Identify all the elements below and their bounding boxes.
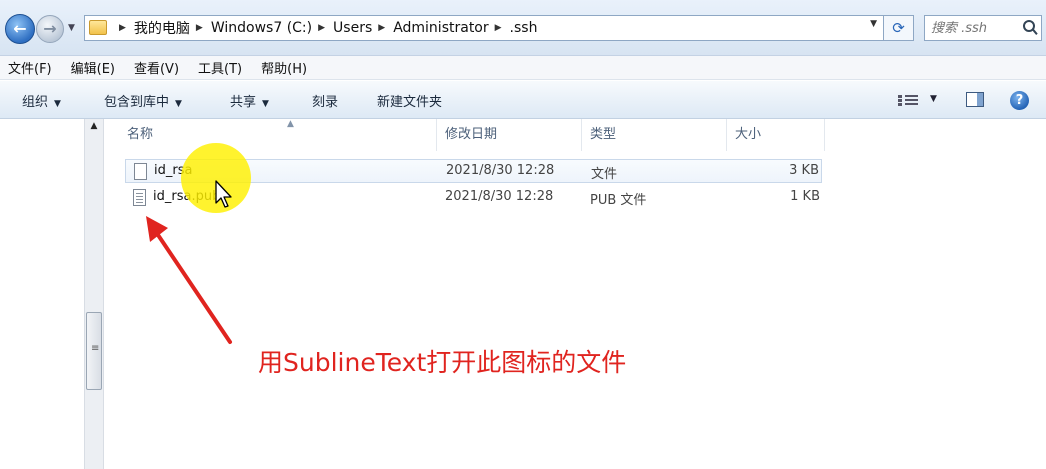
menu-file[interactable]: 文件(F) bbox=[8, 58, 52, 77]
column-date-label: 修改日期 bbox=[445, 127, 498, 142]
annotation-arrow-icon bbox=[146, 216, 232, 344]
search-icon[interactable] bbox=[1023, 20, 1035, 32]
crumb-separator-icon[interactable]: ▶ bbox=[318, 23, 325, 33]
menu-bar: 文件(F) 编辑(E) 查看(V) 工具(T) 帮助(H) bbox=[0, 56, 1046, 80]
organize-label: 组织 bbox=[22, 95, 49, 110]
column-name-label: 名称 bbox=[127, 127, 154, 142]
history-dropdown-icon[interactable]: ▼ bbox=[68, 23, 75, 33]
include-in-library-button[interactable]: 包含到库中 ▼ bbox=[104, 91, 182, 110]
command-bar: 组织 ▼ 包含到库中 ▼ 共享 ▼ 刻录 新建文件夹 ▼ ? bbox=[0, 81, 1046, 119]
file-size: 1 KB bbox=[790, 189, 820, 204]
chevron-down-icon: ▼ bbox=[54, 99, 61, 109]
scroll-up-icon[interactable]: ▲ bbox=[85, 121, 103, 137]
forward-button[interactable]: → bbox=[36, 15, 64, 43]
share-button[interactable]: 共享 ▼ bbox=[230, 91, 269, 110]
menu-edit[interactable]: 编辑(E) bbox=[71, 58, 115, 77]
navigation-pane bbox=[0, 119, 84, 469]
include-in-library-label: 包含到库中 bbox=[104, 95, 170, 110]
refresh-icon: ⟳ bbox=[892, 19, 905, 37]
search-box[interactable] bbox=[924, 15, 1042, 41]
scroll-thumb[interactable]: ≡ bbox=[86, 312, 102, 390]
back-button[interactable]: ← bbox=[5, 14, 35, 44]
crumb-drive-c[interactable]: Windows7 (C:) bbox=[211, 20, 312, 36]
grip-icon: ≡ bbox=[91, 343, 100, 354]
file-icon bbox=[134, 163, 147, 180]
crumb-separator-icon[interactable]: ▶ bbox=[119, 23, 126, 33]
search-input[interactable] bbox=[931, 18, 1015, 38]
organize-button[interactable]: 组织 ▼ bbox=[22, 91, 61, 110]
chevron-down-icon: ▼ bbox=[175, 99, 182, 109]
crumb-ssh[interactable]: .ssh bbox=[510, 20, 538, 36]
forward-arrow-icon: → bbox=[43, 19, 57, 38]
breadcrumb: ▶ 我的电脑 ▶ Windows7 (C:) ▶ Users ▶ Adminis… bbox=[113, 16, 537, 40]
burn-button[interactable]: 刻录 bbox=[312, 91, 338, 110]
path-box[interactable]: ▶ 我的电脑 ▶ Windows7 (C:) ▶ Users ▶ Adminis… bbox=[84, 15, 884, 41]
back-arrow-icon: ← bbox=[13, 19, 27, 38]
file-date: 2021/8/30 12:28 bbox=[446, 163, 555, 178]
refresh-button[interactable]: ⟳ bbox=[884, 15, 914, 41]
crumb-administrator[interactable]: Administrator bbox=[393, 20, 488, 36]
menu-view[interactable]: 查看(V) bbox=[134, 58, 179, 77]
chevron-down-icon: ▼ bbox=[262, 99, 269, 109]
annotation-text: 用SublineText打开此图标的文件 bbox=[258, 348, 627, 377]
pub-file-icon bbox=[133, 189, 146, 206]
preview-pane-icon[interactable] bbox=[966, 92, 984, 107]
sort-ascending-icon: ▲ bbox=[287, 119, 294, 129]
column-type[interactable]: 类型 bbox=[582, 119, 727, 151]
menu-help[interactable]: 帮助(H) bbox=[261, 58, 307, 77]
column-type-label: 类型 bbox=[590, 127, 617, 142]
nav-scrollbar[interactable]: ▲ ≡ bbox=[84, 119, 104, 469]
new-folder-button[interactable]: 新建文件夹 bbox=[377, 91, 442, 110]
file-date: 2021/8/30 12:28 bbox=[445, 189, 554, 204]
burn-label: 刻录 bbox=[312, 95, 339, 110]
share-label: 共享 bbox=[230, 95, 257, 110]
mouse-pointer-icon bbox=[215, 180, 232, 208]
column-name[interactable]: 名称 ▲ bbox=[119, 119, 437, 151]
new-folder-label: 新建文件夹 bbox=[377, 95, 443, 110]
address-bar: ← → ▼ ▶ 我的电脑 ▶ Windows7 (C:) ▶ Users ▶ A… bbox=[0, 0, 1046, 56]
help-icon[interactable]: ? bbox=[1010, 91, 1029, 110]
file-type: 文件 bbox=[591, 167, 618, 182]
crumb-my-computer[interactable]: 我的电脑 bbox=[134, 18, 190, 38]
file-type: PUB 文件 bbox=[590, 193, 647, 208]
crumb-separator-icon[interactable]: ▶ bbox=[196, 23, 203, 33]
column-size[interactable]: 大小 bbox=[727, 119, 825, 151]
file-size: 3 KB bbox=[789, 163, 819, 178]
column-size-label: 大小 bbox=[735, 127, 762, 142]
menu-tools[interactable]: 工具(T) bbox=[198, 58, 242, 77]
crumb-users[interactable]: Users bbox=[333, 20, 372, 36]
crumb-separator-icon[interactable]: ▶ bbox=[495, 23, 502, 33]
view-options-icon[interactable] bbox=[898, 93, 918, 107]
path-dropdown-icon[interactable]: ▼ bbox=[870, 19, 877, 29]
crumb-separator-icon[interactable]: ▶ bbox=[378, 23, 385, 33]
view-dropdown-icon[interactable]: ▼ bbox=[930, 94, 937, 104]
folder-icon bbox=[89, 20, 107, 35]
column-date-modified[interactable]: 修改日期 bbox=[437, 119, 582, 151]
